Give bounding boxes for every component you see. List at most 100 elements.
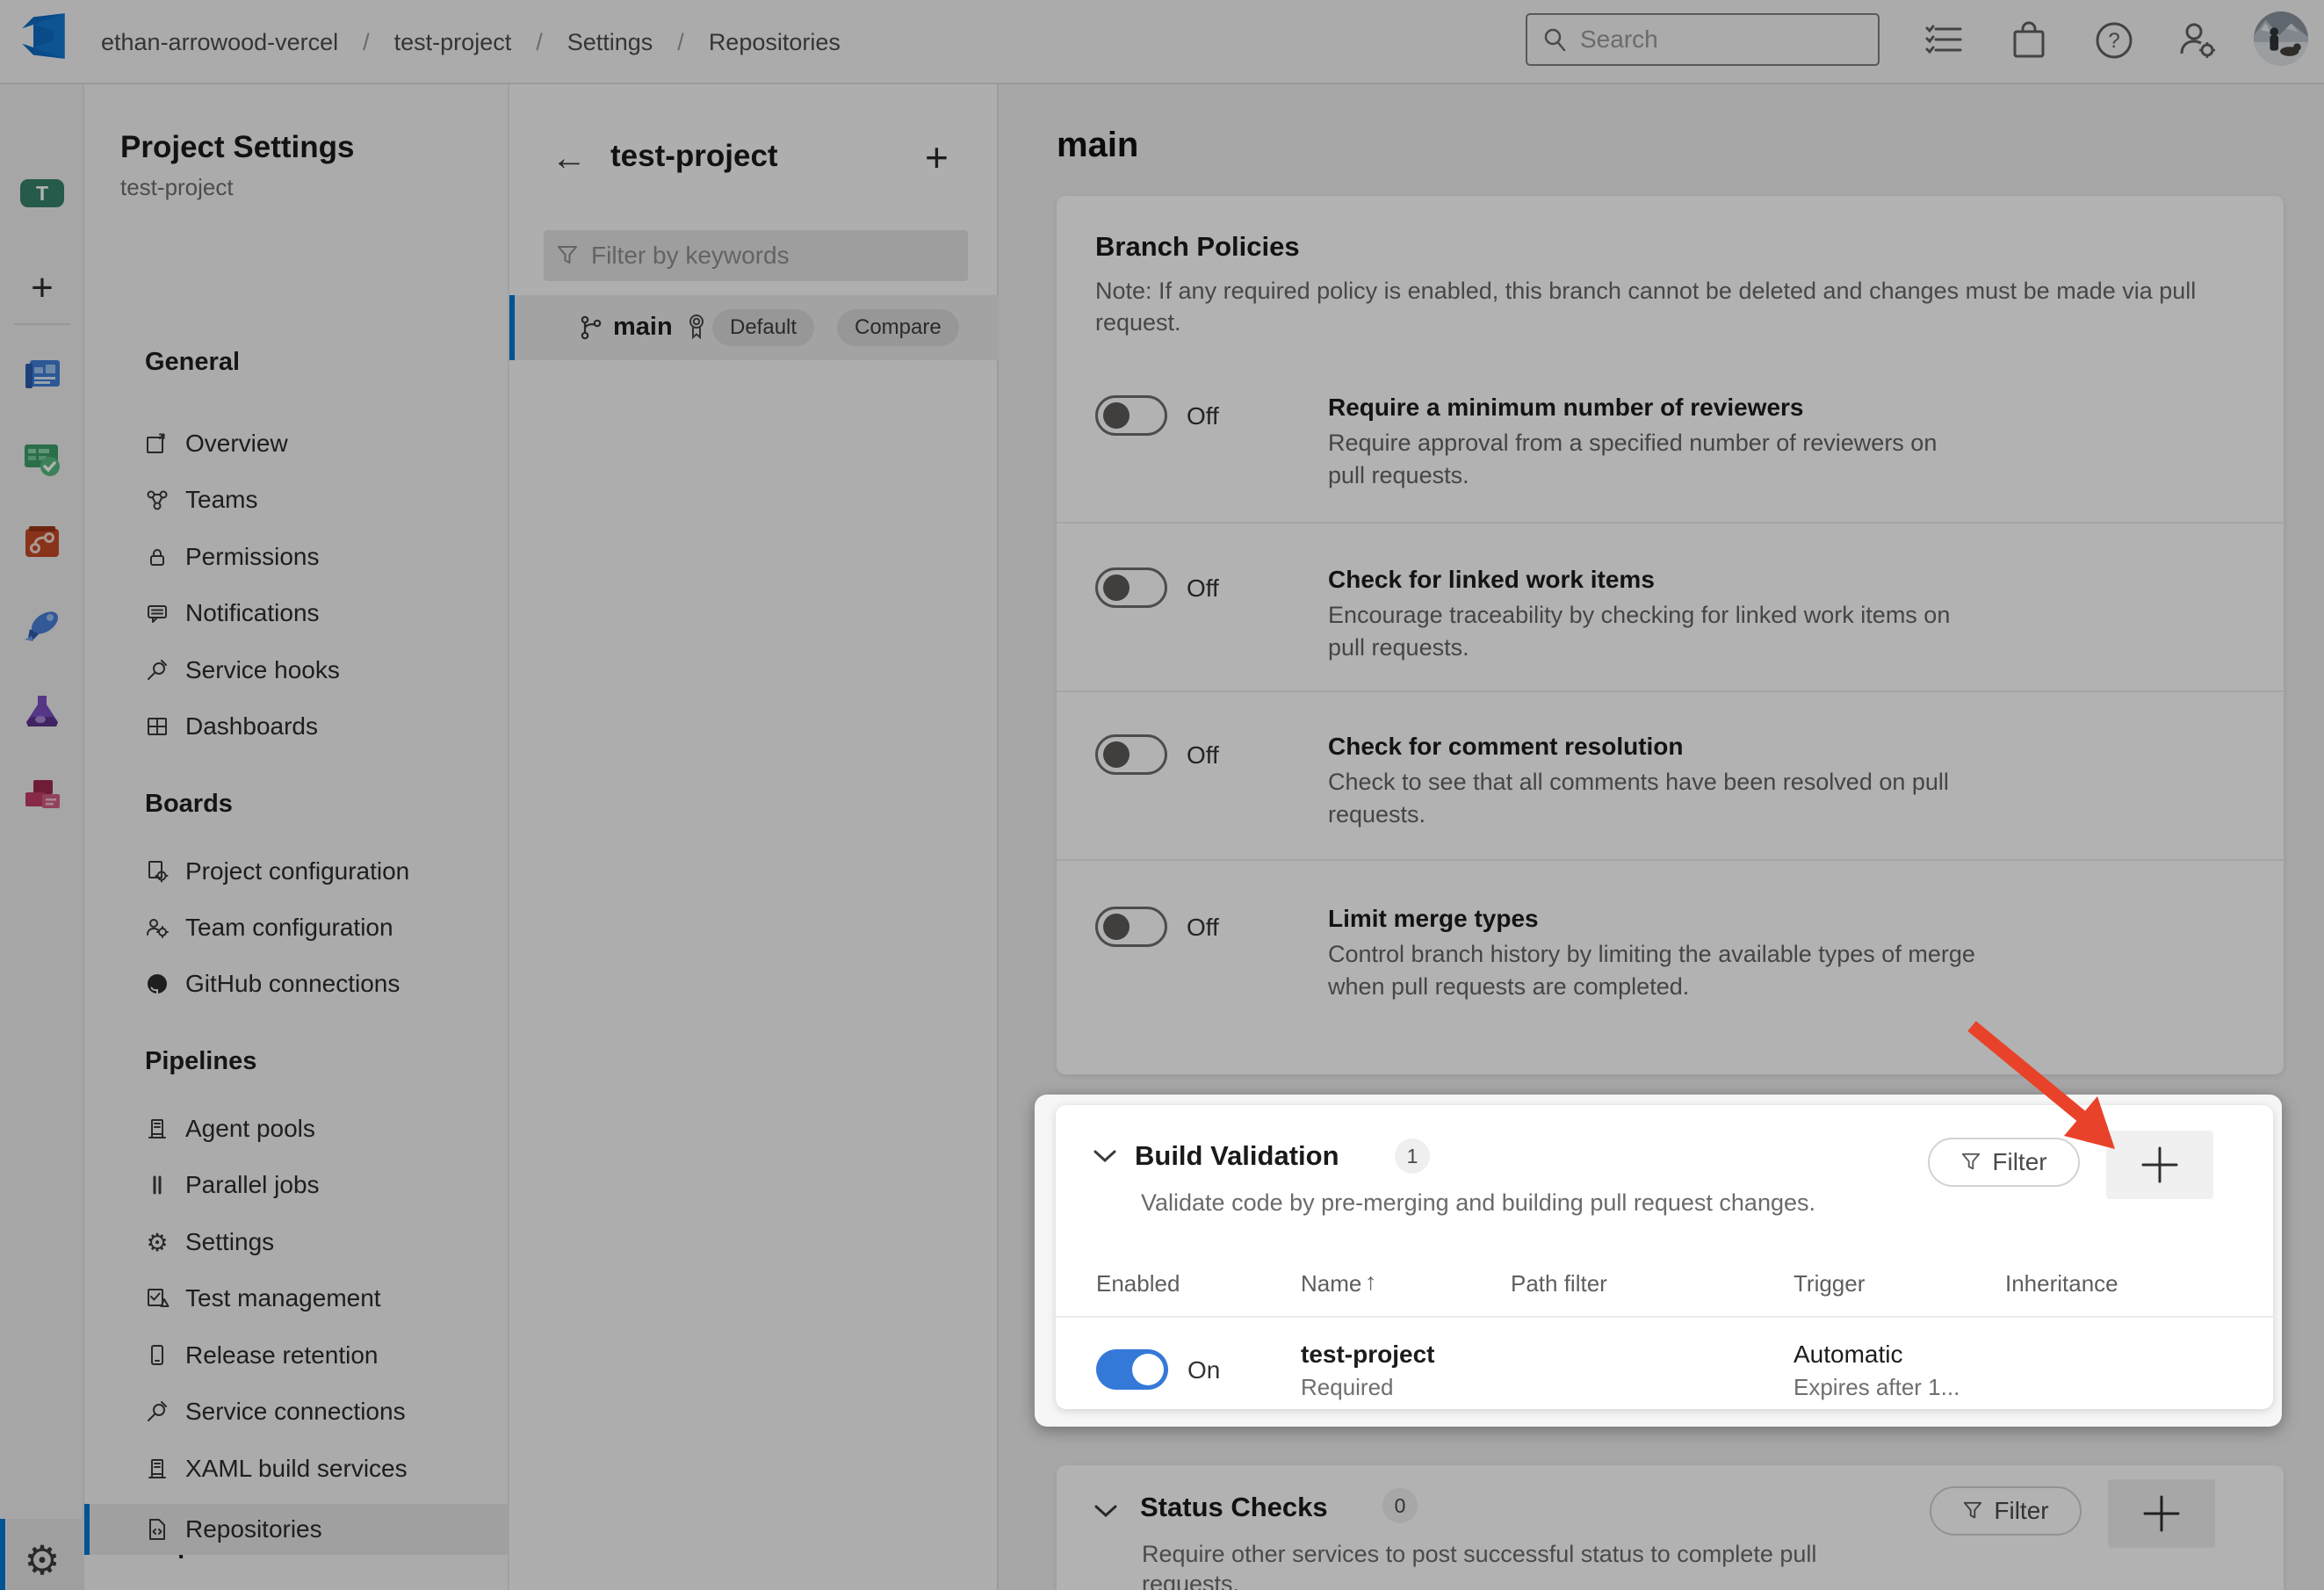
sidebar-item-dashboards[interactable]: Dashboards xyxy=(145,702,496,751)
project-avatar[interactable]: T xyxy=(20,179,64,207)
column-header-name[interactable]: Name xyxy=(1301,1270,1361,1297)
sidebar-item-overview[interactable]: Overview xyxy=(145,419,496,468)
project-settings-nav: Project Settings test-project General Ov… xyxy=(84,84,509,1590)
server-icon xyxy=(145,1117,170,1141)
project-settings-gear-icon[interactable]: ⚙ xyxy=(0,1519,84,1590)
sidebar-item-team-configuration[interactable]: Team configuration xyxy=(145,903,496,952)
status-checks-card: Status Checks 0 Require other services t… xyxy=(1057,1465,2284,1590)
toggle-build-policy-enabled[interactable] xyxy=(1096,1349,1168,1390)
branch-filter-box[interactable] xyxy=(544,230,968,281)
toggle-state: On xyxy=(1187,1356,1220,1384)
sidebar-item-label: Release retention xyxy=(185,1341,378,1370)
sidebar-item-label: Agent pools xyxy=(185,1115,315,1143)
sidebar-item-github-connections[interactable]: GitHub connections xyxy=(145,959,496,1008)
branch-heading: main xyxy=(1057,126,1138,165)
sidebar-item-project-configuration[interactable]: Project configuration xyxy=(145,847,496,896)
overview-icon[interactable] xyxy=(21,353,63,395)
user-settings-icon[interactable] xyxy=(2176,19,2219,61)
sort-ascending-icon: ↑ xyxy=(1365,1268,1377,1296)
search-icon xyxy=(1541,26,1568,53)
add-project-button[interactable]: + xyxy=(0,265,84,311)
sidebar-item-agent-pools[interactable]: Agent pools xyxy=(145,1104,496,1153)
toggle-min-reviewers[interactable] xyxy=(1095,395,1167,436)
toggle-limit-merge-types[interactable] xyxy=(1095,907,1167,947)
artifacts-icon[interactable] xyxy=(21,775,63,817)
chevron-down-icon[interactable] xyxy=(1093,1504,1118,1520)
toggle-state: Off xyxy=(1187,575,1219,603)
sidebar-item-label: Test management xyxy=(185,1284,381,1312)
sidebar-item-permissions[interactable]: Permissions xyxy=(145,532,496,582)
column-header-path-filter: Path filter xyxy=(1511,1270,1607,1297)
status-checks-subtitle: Require other services to post successfu… xyxy=(1142,1539,1915,1590)
search-input[interactable] xyxy=(1580,25,1844,54)
sidebar-item-xaml-build-services[interactable]: XAML build services xyxy=(145,1444,496,1493)
policy-title: Check for linked work items xyxy=(1328,566,1655,594)
search-box[interactable] xyxy=(1526,13,1880,66)
parallel-bars-icon xyxy=(145,1173,170,1197)
branches-panel-title: test-project xyxy=(610,139,778,174)
sidebar-item-release-retention[interactable]: Release retention xyxy=(145,1331,496,1380)
repos-icon[interactable] xyxy=(21,522,63,564)
back-button[interactable]: ← xyxy=(552,139,587,178)
pipelines-icon[interactable] xyxy=(21,606,63,648)
sidebar-item-service-hooks[interactable]: Service hooks xyxy=(145,646,496,695)
sidebar-item-label: GitHub connections xyxy=(185,970,400,998)
sidebar-item-test-management[interactable]: Test management xyxy=(145,1274,496,1323)
toggle-linked-work-items[interactable] xyxy=(1095,567,1167,608)
table-divider xyxy=(1056,1316,2273,1318)
filter-label: Filter xyxy=(1992,1148,2046,1176)
build-validation-card: Build Validation 1 Validate code by pre-… xyxy=(1056,1105,2273,1409)
branch-policies-title: Branch Policies xyxy=(1095,231,1300,263)
filter-funnel-icon xyxy=(1962,1500,1983,1521)
github-icon xyxy=(145,972,170,996)
teams-icon xyxy=(145,488,170,512)
breadcrumb-org[interactable]: ethan-arrowood-vercel xyxy=(101,29,338,56)
sidebar-item-label: Repositories xyxy=(185,1515,322,1543)
add-build-policy-button[interactable] xyxy=(2106,1131,2213,1199)
sidebar-item-label: Notifications xyxy=(185,599,320,627)
add-status-check-button[interactable] xyxy=(2108,1479,2215,1548)
chevron-down-icon[interactable] xyxy=(1093,1149,1117,1165)
help-icon[interactable]: ? xyxy=(2093,19,2135,61)
build-validation-filter-button[interactable]: Filter xyxy=(1928,1138,2080,1187)
compare-badge[interactable]: Compare xyxy=(837,309,959,346)
sidebar-item-notifications[interactable]: Notifications xyxy=(145,589,496,638)
azure-devops-logo[interactable] xyxy=(21,12,69,60)
test-plans-icon[interactable] xyxy=(21,690,63,733)
status-checks-count: 0 xyxy=(1382,1488,1418,1523)
sidebar-item-label: Service connections xyxy=(185,1398,406,1426)
avatar[interactable] xyxy=(2254,11,2308,66)
sidebar-item-parallel-jobs[interactable]: Parallel jobs xyxy=(145,1160,496,1210)
sidebar-item-label: Permissions xyxy=(185,543,319,571)
branch-policies-card: Branch Policies Note: If any required po… xyxy=(1057,196,2284,1074)
server-icon xyxy=(145,1456,170,1481)
selected-indicator xyxy=(509,295,515,360)
overview-item-icon xyxy=(145,431,170,456)
sidebar-item-repositories[interactable]: Repositories xyxy=(145,1505,496,1554)
toggle-comment-resolution[interactable] xyxy=(1095,734,1167,775)
sidebar-item-service-connections[interactable]: Service connections xyxy=(145,1387,496,1436)
sidebar-item-teams[interactable]: Teams xyxy=(145,475,496,524)
build-validation-title: Build Validation xyxy=(1135,1140,1339,1172)
breadcrumb-project[interactable]: test-project xyxy=(394,29,512,56)
add-branch-policy-button[interactable]: + xyxy=(925,134,949,181)
breadcrumb-repositories[interactable]: Repositories xyxy=(709,29,841,56)
policy-row-limit-merge-types: Off Limit merge types Control branch his… xyxy=(1057,859,2284,1074)
sidebar-item-label: Overview xyxy=(185,430,288,458)
boards-icon[interactable] xyxy=(21,437,63,480)
branch-filter-input[interactable] xyxy=(591,242,925,270)
task-list-icon[interactable] xyxy=(1923,19,1965,61)
lock-icon xyxy=(145,545,170,569)
branch-row-main[interactable]: main Default Compare xyxy=(509,295,999,360)
toggle-state: Off xyxy=(1187,402,1219,430)
section-boards: Boards xyxy=(145,790,233,819)
build-policy-name[interactable]: test-project xyxy=(1301,1341,1434,1369)
sidebar-item-label: Settings xyxy=(185,1228,274,1256)
policy-desc: Check to see that all comments have been… xyxy=(1328,766,1978,831)
policy-title: Check for comment resolution xyxy=(1328,733,1684,761)
section-pipelines: Pipelines xyxy=(145,1047,256,1076)
status-checks-filter-button[interactable]: Filter xyxy=(1930,1486,2082,1536)
sidebar-item-pipeline-settings[interactable]: ⚙ Settings xyxy=(145,1218,496,1267)
marketplace-bag-icon[interactable] xyxy=(2008,19,2050,61)
breadcrumb-settings[interactable]: Settings xyxy=(567,29,653,56)
